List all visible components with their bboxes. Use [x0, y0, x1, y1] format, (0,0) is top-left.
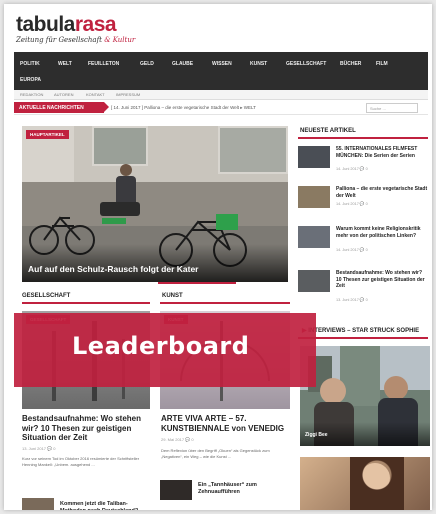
nav-item-politik[interactable]: POLITIK: [20, 61, 40, 67]
kunst-article-title[interactable]: ARTE VIVA ARTE – 57. KUNSTBIENNALE von V…: [161, 414, 291, 433]
kunst-article-excerpt: Dem Reflexion über den Begriff „Okuen“ a…: [161, 448, 270, 459]
sidebar-article-thumb[interactable]: [298, 226, 330, 248]
gesellschaft-article-title[interactable]: Bestandsaufnahme: Wo stehen wir? 10 Thes…: [22, 414, 152, 443]
logo-tagline: Zeitung für Gesellschaft: [16, 36, 105, 44]
hero-caption-overlay: Auf auf den Schulz-Rausch folgt der Kate…: [22, 244, 288, 282]
nav-item-glaube[interactable]: GLAUBE: [172, 61, 193, 67]
kunst-small-thumb[interactable]: [160, 480, 192, 500]
hero-badge: HAUPTARTIKEL: [26, 130, 69, 139]
news-ticker: AKTUELLE NACHRICHTEN [ 14. Juni 2017 ] P…: [14, 101, 428, 115]
sidebar-heading-line: [298, 137, 428, 139]
main-navigation: POLITIK WELT FEUILLETON GELD GLAUBE WISS…: [14, 52, 428, 90]
hero-headline[interactable]: Auf auf den Schulz-Rausch folgt der Kate…: [28, 264, 199, 274]
sidebar-article-thumb[interactable]: [298, 186, 330, 208]
sidebar-heading-interviews: ▶ INTERVIEWS – STAR STRUCK SOPHIE: [302, 327, 419, 334]
sidebar-article-title[interactable]: Bestandsaufnahme: Wo stehen wir? 10 Thes…: [336, 270, 428, 290]
interview-photo-2[interactable]: [300, 457, 430, 510]
nav-item-buecher[interactable]: BÜCHER: [340, 61, 361, 67]
nav-item-europa[interactable]: EUROPA: [20, 77, 41, 83]
sidebar-article-meta: 14. Juni 2017 💬 0: [336, 248, 368, 252]
sidebar-article-thumb[interactable]: [298, 146, 330, 168]
logo-word-rasa: rasa: [74, 13, 117, 36]
nav-item-welt[interactable]: WELT: [58, 61, 72, 67]
sidebar-article-thumb[interactable]: [298, 270, 330, 292]
site-logo[interactable]: tabularasa Zeitung für Gesellschaft & Ku…: [16, 14, 135, 44]
search-input[interactable]: Suche ...: [366, 103, 418, 113]
section-line-kunst: [160, 302, 290, 304]
sidebar-article-title[interactable]: Palliona – die erste vegetarische Stadt …: [336, 186, 428, 199]
sidebar-heading-neueste: NEUESTE ARTIKEL: [300, 128, 356, 134]
nav-item-feuilleton[interactable]: FEUILLETON: [88, 61, 119, 67]
sidebar-article[interactable]: Palliona – die erste vegetarische Stadt …: [298, 186, 428, 216]
section-line-gesellschaft: [22, 302, 150, 304]
secondary-navigation: REDAKTION AUTOREN KONTAKT IMPRESSUM: [14, 90, 428, 100]
kunst-article-meta: 29. Mai 2017 💬 0: [161, 437, 194, 442]
leaderboard-label: Leaderboard: [72, 332, 250, 360]
subnav-item-redaktion[interactable]: REDAKTION: [20, 92, 43, 97]
sidebar-article[interactable]: Warum kommt keine Religionskritik mehr v…: [298, 226, 428, 256]
gesellschaft-small-thumb[interactable]: [22, 498, 54, 510]
interview-caption: Ziggi Bee: [305, 432, 328, 438]
nav-item-film[interactable]: FILM: [376, 61, 388, 67]
sidebar-article-title[interactable]: Warum kommt keine Religionskritik mehr v…: [336, 226, 428, 239]
interview-video-image[interactable]: Ziggi Bee: [300, 346, 430, 446]
subnav-item-impressum[interactable]: IMPRESSUM: [116, 92, 140, 97]
nav-item-gesellschaft[interactable]: GESELLSCHAFT: [286, 61, 326, 67]
sidebar-article-meta: 14. Juni 2017 💬 0: [336, 167, 368, 171]
page: tabularasa Zeitung für Gesellschaft & Ku…: [4, 4, 432, 510]
slider-indicator[interactable]: [158, 282, 236, 284]
nav-item-kunst[interactable]: KUNST: [250, 61, 267, 67]
leaderboard-ad-placeholder[interactable]: Leaderboard: [14, 313, 316, 387]
hero-article-image[interactable]: HAUPTARTIKEL Auf auf den Schulz-Rausch f…: [22, 126, 288, 282]
sidebar-article-meta: 13. Juni 2017 💬 0: [336, 298, 368, 302]
ticker-headline[interactable]: [ 14. Juni 2017 ] Palliona – die erste v…: [111, 105, 256, 111]
nav-item-geld[interactable]: GELD: [140, 61, 154, 67]
sidebar-article-title[interactable]: 55. INTERNATIONALES FILMFEST MÜNCHEN: Di…: [336, 146, 428, 159]
section-heading-kunst[interactable]: KUNST: [162, 293, 183, 299]
gesellschaft-article-meta: 13. Juni 2017 💬 0: [22, 446, 56, 451]
interviews-heading-line: [298, 337, 428, 339]
gesellschaft-small-title[interactable]: Kommen jetzt die Taliban-Methoden nach D…: [60, 501, 152, 510]
interviews-heading-text: INTERVIEWS – STAR STRUCK SOPHIE: [308, 328, 420, 334]
nav-item-wissen[interactable]: WISSEN: [212, 61, 232, 67]
sidebar-article[interactable]: Bestandsaufnahme: Wo stehen wir? 10 Thes…: [298, 270, 428, 302]
sidebar-article[interactable]: 55. INTERNATIONALES FILMFEST MÜNCHEN: Di…: [298, 146, 428, 176]
sidebar-article-meta: 14. Juni 2017 💬 0: [336, 202, 368, 206]
subnav-item-autoren[interactable]: AUTOREN: [54, 92, 73, 97]
kunst-small-title[interactable]: Ein „Tannhäuser“ zum Zehnuaufführen: [198, 482, 290, 496]
subnav-item-kontakt[interactable]: KONTAKT: [86, 92, 105, 97]
section-heading-gesellschaft[interactable]: GESELLSCHAFT: [22, 293, 70, 299]
gesellschaft-article-excerpt: Kurz vor seinem Tod im Oktober 2016 resü…: [22, 456, 140, 467]
ticker-label: AKTUELLE NACHRICHTEN: [14, 102, 109, 113]
logo-tagline-accent: & Kultur: [104, 36, 136, 44]
logo-word-tabula: tabula: [16, 13, 75, 36]
